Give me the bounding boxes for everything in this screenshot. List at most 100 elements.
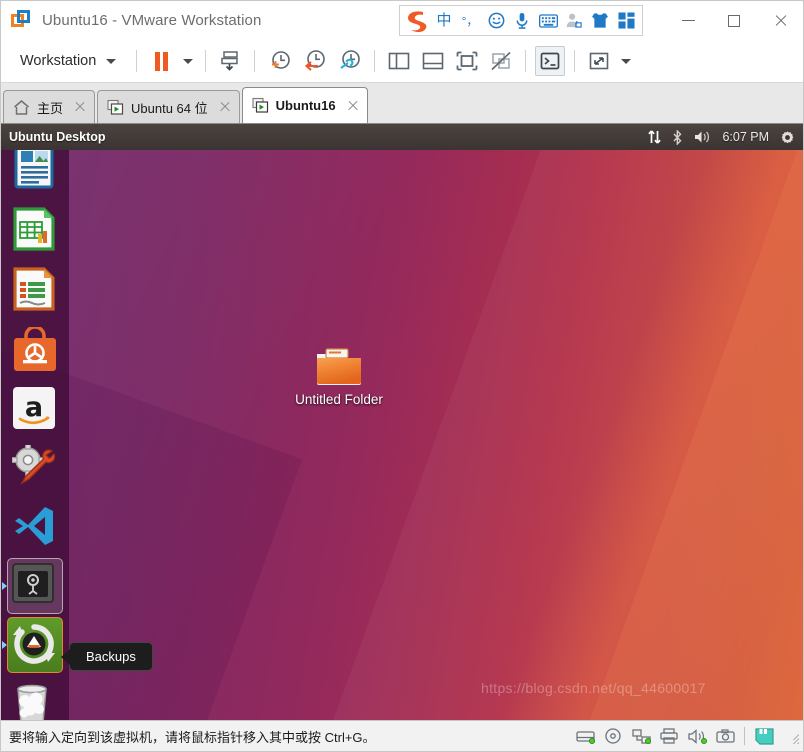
unity-launcher[interactable]: a	[1, 143, 69, 720]
status-bar: 要将输入定向到该虚拟机，请将鼠标指针移入其中或按 Ctrl+G。	[1, 720, 803, 751]
libreoffice-calc-icon	[12, 207, 58, 253]
tab-ubuntu16[interactable]: Ubuntu16	[241, 87, 368, 123]
console-view-button[interactable]	[535, 46, 566, 76]
toolbar-separator	[574, 50, 576, 72]
punctuation-mode-icon[interactable]: °，	[457, 8, 483, 34]
status-cd-dvd-icon[interactable]	[602, 726, 624, 746]
guest-screen[interactable]: Ubuntu Desktop 6:07 PM a Backups Untitle…	[1, 124, 803, 720]
send-keys-icon	[221, 51, 239, 71]
workstation-menu-button[interactable]: Workstation	[13, 46, 127, 76]
tab-ubuntu-64[interactable]: Ubuntu 64 位	[97, 90, 240, 123]
status-separator	[744, 727, 745, 745]
main-toolbar: Workstation	[1, 40, 803, 83]
connected-indicator	[701, 738, 707, 744]
sidebar-panel-icon	[388, 52, 410, 70]
status-device-icons	[574, 721, 799, 751]
emoji-icon[interactable]	[483, 8, 509, 34]
chinese-mode-icon[interactable]: 中	[431, 8, 457, 34]
status-printer-icon[interactable]	[658, 726, 680, 746]
chevron-down-icon	[183, 58, 194, 64]
revert-snapshot-button[interactable]	[299, 46, 330, 76]
window-title: Ubuntu16 - VMware Workstation	[42, 12, 262, 29]
status-sound-card-icon[interactable]	[686, 726, 708, 746]
show-thumbnail-bar-button[interactable]	[418, 46, 448, 76]
desktop-icon-label: Untitled Folder	[295, 392, 383, 407]
workstation-menu-label: Workstation	[20, 53, 97, 69]
stretch-guest-button[interactable]	[584, 46, 614, 76]
launcher-item-amazon[interactable]: a	[7, 381, 63, 437]
resize-grip[interactable]	[783, 728, 799, 744]
toolbox-icon[interactable]	[613, 8, 639, 34]
close-button[interactable]	[757, 1, 803, 40]
unity-mode-icon	[491, 51, 511, 71]
skin-icon[interactable]	[587, 8, 613, 34]
network-indicator-icon[interactable]	[648, 130, 662, 144]
toolbar-separator	[254, 50, 256, 72]
tab-home[interactable]: 主页	[3, 90, 96, 123]
tab-ubuntu-64-close-icon[interactable]	[218, 100, 232, 114]
status-hard-disk-icon[interactable]	[574, 726, 596, 746]
toolbar-separator	[525, 50, 527, 72]
connected-indicator	[645, 738, 651, 744]
launcher-item-libreoffice-impress[interactable]	[7, 262, 63, 318]
tab-home-close-icon[interactable]	[73, 100, 87, 114]
full-screen-button[interactable]	[452, 46, 482, 76]
power-dropdown-button[interactable]	[180, 46, 196, 76]
vscode-icon	[12, 504, 58, 550]
launcher-item-vscode[interactable]	[7, 499, 63, 555]
toolbar-separator	[205, 50, 207, 72]
sogou-logo-icon[interactable]	[403, 8, 429, 34]
bluetooth-indicator-icon[interactable]	[672, 129, 683, 145]
panel-clock[interactable]: 6:07 PM	[722, 130, 769, 144]
fullscreen-icon	[456, 51, 478, 71]
panel-title: Ubuntu Desktop	[9, 130, 106, 144]
sogou-ime-toolbar[interactable]: 中 °，	[399, 5, 643, 36]
launcher-item-trash[interactable]	[7, 676, 63, 720]
minimize-button[interactable]	[665, 1, 711, 40]
launcher-tooltip-label: Backups	[86, 649, 136, 664]
unity-mode-button[interactable]	[486, 46, 516, 76]
maximize-icon	[728, 14, 740, 27]
close-icon	[774, 14, 787, 27]
tab-bar: 主页 Ubuntu 64 位 Ubuntu16	[1, 83, 803, 124]
amazon-icon: a	[12, 386, 58, 432]
backups-safe-icon	[12, 563, 58, 609]
launcher-item-system-settings[interactable]	[7, 440, 63, 496]
take-snapshot-button[interactable]	[264, 46, 295, 76]
unity-top-panel: Ubuntu Desktop 6:07 PM	[1, 124, 803, 150]
launcher-item-backups[interactable]	[2, 558, 63, 614]
suspend-button[interactable]	[146, 46, 176, 76]
snapshot-add-icon	[272, 51, 291, 69]
system-settings-icon	[11, 443, 58, 491]
vmware-workstation-window: Ubuntu16 - VMware Workstation 中 °， Works…	[0, 0, 804, 752]
soft-keyboard-icon[interactable]	[535, 8, 561, 34]
libreoffice-impress-icon	[12, 267, 58, 313]
status-usb-icon[interactable]	[753, 726, 775, 746]
status-camera-icon[interactable]	[714, 726, 736, 746]
launcher-item-libreoffice-calc[interactable]	[7, 202, 63, 258]
desktop-icon-untitled-folder[interactable]: Untitled Folder	[284, 346, 394, 407]
connected-indicator	[589, 738, 595, 744]
session-menu-icon[interactable]	[780, 130, 795, 145]
show-library-button[interactable]	[384, 46, 414, 76]
launcher-item-software-updater[interactable]	[2, 617, 63, 673]
status-network-adapter-icon[interactable]	[630, 726, 652, 746]
snapshot-manager-button[interactable]	[334, 46, 365, 76]
toolbar-separator	[374, 50, 376, 72]
user-icon[interactable]	[561, 8, 587, 34]
maximize-button[interactable]	[711, 1, 757, 40]
launcher-tooltip: Backups	[61, 642, 153, 671]
volume-indicator-icon[interactable]	[694, 130, 711, 144]
stretch-dropdown-button[interactable]	[618, 46, 634, 76]
launcher-item-ubuntu-software[interactable]	[7, 322, 63, 378]
desktop-wallpaper[interactable]	[1, 150, 803, 720]
tab-ubuntu16-close-icon[interactable]	[346, 99, 360, 113]
send-ctrl-alt-del-button[interactable]	[215, 46, 245, 76]
trash-icon	[12, 681, 58, 720]
vm-icon	[252, 97, 269, 114]
vm-icon	[107, 99, 124, 116]
voice-input-icon[interactable]	[509, 8, 535, 34]
folder-icon	[315, 346, 363, 386]
chevron-down-icon	[106, 58, 117, 64]
title-bar: Ubuntu16 - VMware Workstation 中 °，	[1, 1, 803, 40]
